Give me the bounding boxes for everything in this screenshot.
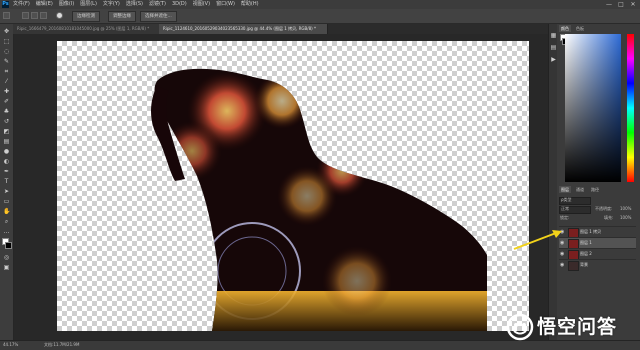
screen-mode-icon[interactable]: ▣ (3, 264, 10, 271)
document-canvas[interactable] (57, 41, 529, 331)
actions-panel-icon[interactable]: ▶ (550, 56, 557, 63)
brush-icon[interactable] (3, 12, 10, 19)
menu-3d[interactable]: 3D(D) (172, 1, 187, 8)
tab-layers[interactable]: 图层 (559, 186, 571, 193)
annotation-arrow-icon (513, 230, 562, 250)
zoom-tool-icon[interactable]: ⌕ (3, 218, 10, 225)
menu-filter[interactable]: 滤镜(T) (149, 1, 166, 8)
photoshop-logo: Ps (2, 1, 9, 8)
quick-mask-icon[interactable]: ◎ (3, 254, 10, 261)
visibility-eye-icon[interactable]: ◉ (560, 251, 564, 258)
menu-edit[interactable]: 编辑(E) (36, 1, 53, 8)
subtract-selection-icon[interactable] (31, 12, 38, 19)
history-panel-icon[interactable]: ▦ (550, 32, 557, 39)
tab-document-1[interactable]: Ripic_1666479_20160810181045000.jpg @ 25… (13, 24, 162, 34)
menu-file[interactable]: 文件(F) (13, 1, 30, 8)
healing-tool-icon[interactable]: ✚ (3, 88, 10, 95)
refine-edge-button[interactable]: 调整边缘 (108, 11, 136, 22)
menu-bar: Ps 文件(F) 编辑(E) 图像(I) 图层(L) 文字(Y) 选择(S) 滤… (0, 0, 640, 9)
menu-list: 文件(F) 编辑(E) 图像(I) 图层(L) 文字(Y) 选择(S) 滤镜(T… (13, 1, 259, 8)
maximize-button[interactable]: □ (616, 1, 626, 8)
fill-value[interactable]: 100% (620, 215, 631, 221)
fill-label: 填充: (604, 215, 614, 220)
opacity-value[interactable]: 100% (620, 206, 631, 212)
document-tabs: Ripic_1666479_20160810181045000.jpg @ 25… (13, 24, 548, 34)
brush-size-icon[interactable] (56, 12, 63, 19)
watermark: 悟空问答 (505, 312, 637, 342)
type-tool-icon[interactable]: T (3, 178, 10, 185)
dodge-tool-icon[interactable]: ◐ (3, 158, 10, 165)
background-color-swatch[interactable] (5, 242, 12, 249)
watermark-text: 悟空问答 (537, 316, 618, 338)
tab-swatches[interactable]: 色板 (574, 25, 586, 32)
panel-dock: ▦ ▤ ▶ (548, 24, 557, 340)
more-tools-icon[interactable]: … (3, 228, 10, 235)
shape-tool-icon[interactable]: ▭ (3, 198, 10, 205)
eraser-tool-icon[interactable]: ◩ (3, 128, 10, 135)
lock-label: 锁定: (560, 215, 570, 220)
menu-image[interactable]: 图像(I) (59, 1, 74, 8)
opacity-label: 不透明度: (595, 206, 613, 211)
document-size: 文档:11.7M/21.9M (44, 342, 80, 347)
properties-panel-icon[interactable]: ▤ (550, 44, 557, 51)
menu-view[interactable]: 视图(V) (193, 1, 210, 8)
gradient-tool-icon[interactable]: ▤ (3, 138, 10, 145)
brush-tool-icon[interactable]: ✐ (3, 98, 10, 105)
layer-name: 图层 2 (580, 251, 592, 256)
hand-tool-icon[interactable]: ✋ (3, 208, 10, 215)
zoom-level[interactable]: 44.17% (3, 342, 18, 348)
layer-name: 图层 1 拷贝 (580, 229, 602, 234)
intersect-selection-icon[interactable] (40, 12, 47, 19)
menu-select[interactable]: 选择(S) (126, 1, 143, 8)
close-button[interactable]: ✕ (628, 1, 638, 8)
blend-mode-value: 正常 (561, 206, 569, 211)
color-field[interactable] (565, 34, 621, 182)
hue-slider[interactable] (627, 34, 634, 182)
tools-panel: ✥ ⬚ ◌ ✎ ⌗ ⁄ ✚ ✐ ♣ ↺ ◩ ▤ ● ◐ ✒ T ➤ ▭ ✋ ⌕ … (0, 24, 14, 340)
menu-layer[interactable]: 图层(L) (80, 1, 97, 8)
minimize-button[interactable]: — (604, 1, 614, 8)
lasso-tool-icon[interactable]: ◌ (3, 48, 10, 55)
marquee-tool-icon[interactable]: ⬚ (3, 38, 10, 45)
layer-kind-label: ρ类型 (561, 197, 572, 202)
tab-document-2[interactable]: Ripic_1124610_20160529034023565330.jpg @… (159, 24, 328, 34)
history-brush-tool-icon[interactable]: ↺ (3, 118, 10, 125)
layer-name: 图层 1 (580, 240, 592, 245)
move-tool-icon[interactable]: ✥ (3, 28, 10, 35)
layer-name: 背景 (580, 262, 588, 267)
options-bar: 边缘检测 调整边缘 选择并遮住... (0, 9, 640, 24)
select-and-mask-button[interactable]: 选择并遮住... (140, 11, 177, 22)
add-selection-icon[interactable] (22, 12, 29, 19)
path-select-tool-icon[interactable]: ➤ (3, 188, 10, 195)
edge-detect-button[interactable]: 边缘检测 (72, 11, 100, 22)
wukong-logo-icon (506, 313, 534, 341)
tab-color[interactable]: 颜色 (559, 25, 571, 32)
pen-tool-icon[interactable]: ✒ (3, 168, 10, 175)
menu-help[interactable]: 帮助(H) (241, 1, 259, 8)
menu-type[interactable]: 文字(Y) (103, 1, 120, 8)
silhouette-image (151, 68, 487, 331)
crop-tool-icon[interactable]: ⌗ (3, 68, 10, 75)
eyedropper-tool-icon[interactable]: ⁄ (3, 78, 10, 85)
layer-row[interactable]: ◉ 背景 (559, 259, 636, 271)
tab-paths[interactable]: 路径 (589, 186, 601, 193)
layer-thumbnail (568, 261, 579, 271)
visibility-eye-icon[interactable]: ◉ (560, 262, 564, 269)
stamp-tool-icon[interactable]: ♣ (3, 108, 10, 115)
menu-window[interactable]: 窗口(W) (216, 1, 235, 8)
quick-select-tool-icon[interactable]: ✎ (3, 58, 10, 65)
tab-channels[interactable]: 通道 (574, 186, 586, 193)
blur-tool-icon[interactable]: ● (3, 148, 10, 155)
